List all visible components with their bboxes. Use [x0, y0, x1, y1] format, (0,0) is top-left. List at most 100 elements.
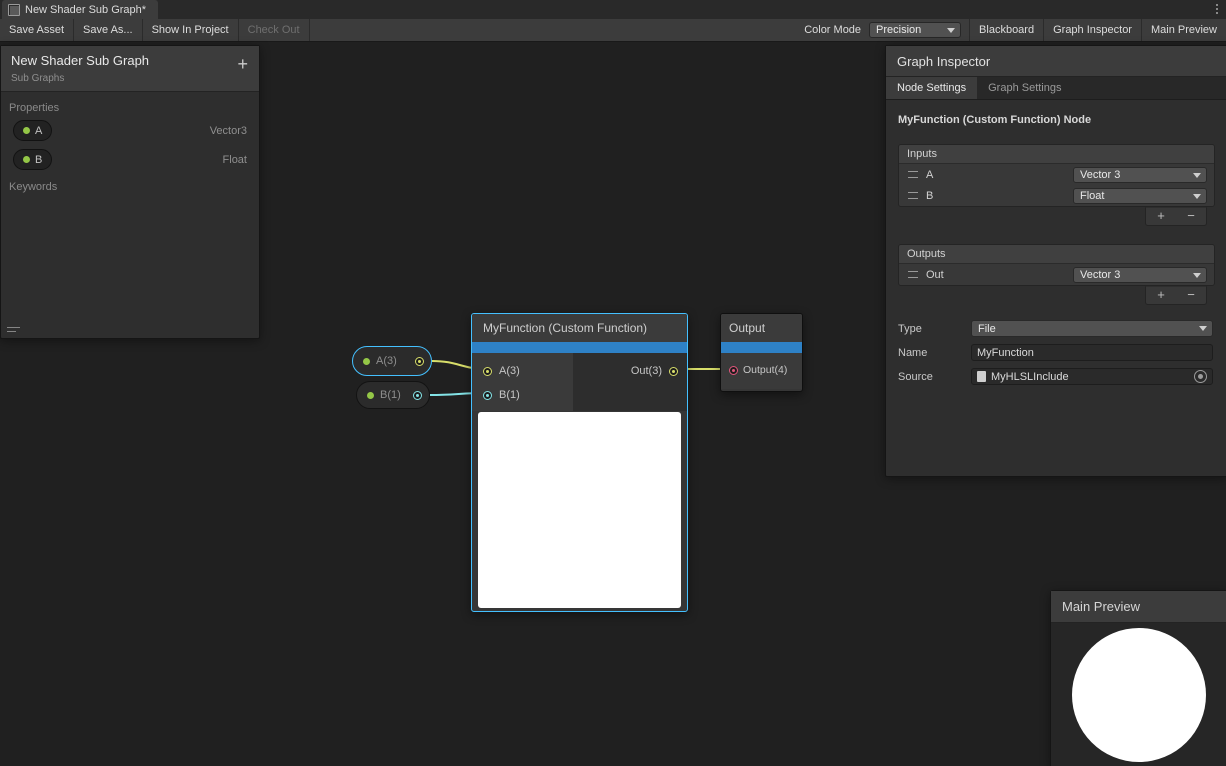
inputs-header-label: Inputs — [907, 148, 937, 160]
shader-graph-asset-icon — [8, 4, 20, 16]
input-row-a[interactable]: A Vector 3 — [899, 164, 1214, 185]
blackboard-subtitle: Sub Graphs — [11, 73, 249, 84]
property-pill-a[interactable]: A — [13, 120, 52, 141]
source-field-row: Source MyHLSLInclude — [898, 367, 1213, 386]
tab-graph-settings[interactable]: Graph Settings — [977, 77, 1072, 99]
main-preview-toggle-button[interactable]: Main Preview — [1141, 19, 1226, 41]
hlsl-file-icon — [977, 371, 986, 382]
node-output-port[interactable] — [669, 367, 678, 376]
main-preview-viewport[interactable] — [1051, 623, 1226, 766]
input-b-type-dropdown[interactable]: Float — [1073, 188, 1207, 204]
inspected-node-title: MyFunction (Custom Function) Node — [898, 114, 1215, 126]
source-label: Source — [898, 371, 971, 383]
color-mode-label: Color Mode — [796, 19, 869, 41]
output-type-dropdown[interactable]: Vector 3 — [1073, 267, 1207, 283]
drag-handle-icon[interactable] — [908, 171, 918, 178]
node-input-label-b: B(1) — [499, 389, 520, 401]
tab-node-settings[interactable]: Node Settings — [886, 77, 977, 99]
blackboard-toggle-button[interactable]: Blackboard — [969, 19, 1043, 41]
tab-strip: New Shader Sub Graph* — [0, 0, 1226, 20]
precision-color-band — [721, 342, 802, 353]
source-object-value: MyHLSLInclude — [991, 371, 1069, 383]
add-output-button[interactable]: + — [1146, 287, 1176, 304]
remove-output-button[interactable]: − — [1176, 287, 1206, 304]
property-pill-b[interactable]: B — [13, 149, 52, 170]
output-port-row: Out(3) — [631, 365, 678, 377]
inspector-tab-bar: Node Settings Graph Settings — [886, 77, 1226, 100]
property-a-output-port[interactable] — [415, 357, 424, 366]
input-row-b[interactable]: B Float — [899, 185, 1214, 206]
outputs-list-footer: + − — [886, 286, 1207, 305]
main-preview-panel: Main Preview — [1050, 590, 1226, 766]
node-input-port-b[interactable] — [483, 391, 492, 400]
property-node-a[interactable]: A(3) — [352, 346, 432, 376]
exposed-property-dot-icon — [23, 156, 30, 163]
property-name: A — [35, 125, 42, 137]
property-node-b[interactable]: B(1) — [356, 381, 430, 409]
save-asset-button[interactable]: Save Asset — [0, 19, 74, 41]
main-preview-header[interactable]: Main Preview — [1051, 591, 1226, 623]
add-input-button[interactable]: + — [1146, 208, 1176, 225]
input-a-type-dropdown[interactable]: Vector 3 — [1073, 167, 1207, 183]
dropdown-value: Float — [1080, 190, 1104, 202]
drag-handle-icon[interactable] — [908, 271, 918, 278]
output-port-row: Output(4) — [729, 364, 787, 376]
blackboard-property-row[interactable]: B Float — [1, 145, 259, 174]
blackboard-property-row[interactable]: A Vector3 — [1, 116, 259, 145]
output-node-title-bar[interactable]: Output — [721, 314, 802, 342]
blackboard-header[interactable]: New Shader Sub Graph Sub Graphs + — [1, 46, 259, 92]
outputs-add-remove-box: + − — [1145, 286, 1207, 305]
type-dropdown[interactable]: File — [971, 320, 1213, 337]
properties-section-label: Properties — [1, 92, 259, 116]
dropdown-value: Vector 3 — [1080, 169, 1120, 181]
node-preview-surface[interactable] — [478, 412, 681, 608]
inputs-list-footer: + − — [886, 207, 1207, 226]
property-b-output-port[interactable] — [413, 391, 422, 400]
node-output-label: Out(3) — [631, 365, 662, 377]
shader-graph-window: New Shader Sub Graph* Save Asset Save As… — [0, 0, 1226, 766]
remove-input-button[interactable]: − — [1176, 208, 1206, 225]
add-property-button[interactable]: + — [237, 55, 248, 73]
property-node-b-label: B(1) — [380, 389, 401, 401]
color-mode-dropdown[interactable]: Precision — [869, 22, 961, 38]
inputs-add-remove-box: + − — [1145, 207, 1207, 226]
outputs-list-header: Outputs — [899, 245, 1214, 264]
show-in-project-button[interactable]: Show In Project — [143, 19, 239, 41]
keywords-section-label: Keywords — [1, 174, 259, 195]
dropdown-value: Vector 3 — [1080, 269, 1120, 281]
custom-function-node[interactable]: MyFunction (Custom Function) A(3) B(1) O… — [471, 313, 688, 612]
outputs-header-label: Outputs — [907, 248, 946, 260]
main-preview-title: Main Preview — [1062, 599, 1140, 614]
graph-inspector-title: Graph Inspector — [897, 54, 990, 69]
object-picker-icon[interactable] — [1194, 370, 1207, 383]
property-name: B — [35, 154, 42, 166]
toolbar: Save Asset Save As... Show In Project Ch… — [0, 19, 1226, 42]
input-row-name: B — [926, 190, 933, 202]
output-row-name: Out — [926, 269, 944, 281]
source-object-field[interactable]: MyHLSLInclude — [971, 368, 1213, 385]
output-port-label: Output(4) — [743, 364, 787, 376]
output-node-title: Output — [729, 321, 765, 335]
blackboard-title: New Shader Sub Graph — [11, 53, 249, 68]
function-name-input[interactable]: MyFunction — [971, 344, 1213, 361]
graph-inspector-header[interactable]: Graph Inspector — [886, 46, 1226, 77]
resize-grip-icon[interactable] — [7, 324, 20, 332]
input-port-background — [472, 353, 573, 411]
output-node[interactable]: Output Output(4) — [720, 313, 803, 392]
tab-new-shader-sub-graph[interactable]: New Shader Sub Graph* — [2, 0, 158, 19]
node-input-port-a[interactable] — [483, 367, 492, 376]
kebab-menu-icon[interactable] — [1216, 4, 1218, 14]
drag-handle-icon[interactable] — [908, 192, 918, 199]
node-title-bar[interactable]: MyFunction (Custom Function) — [472, 314, 687, 342]
output-node-input-port[interactable] — [729, 366, 738, 375]
output-node-port-section: Output(4) — [721, 353, 802, 389]
graph-inspector-panel: Graph Inspector Node Settings Graph Sett… — [885, 45, 1226, 477]
name-field-row: Name MyFunction — [898, 343, 1213, 362]
output-row-out[interactable]: Out Vector 3 — [899, 264, 1214, 285]
output-port-background — [573, 353, 687, 411]
exposed-property-dot-icon — [363, 358, 370, 365]
save-as-button[interactable]: Save As... — [74, 19, 143, 41]
graph-inspector-toggle-button[interactable]: Graph Inspector — [1043, 19, 1141, 41]
node-input-label-a: A(3) — [499, 365, 520, 377]
exposed-property-dot-icon — [367, 392, 374, 399]
